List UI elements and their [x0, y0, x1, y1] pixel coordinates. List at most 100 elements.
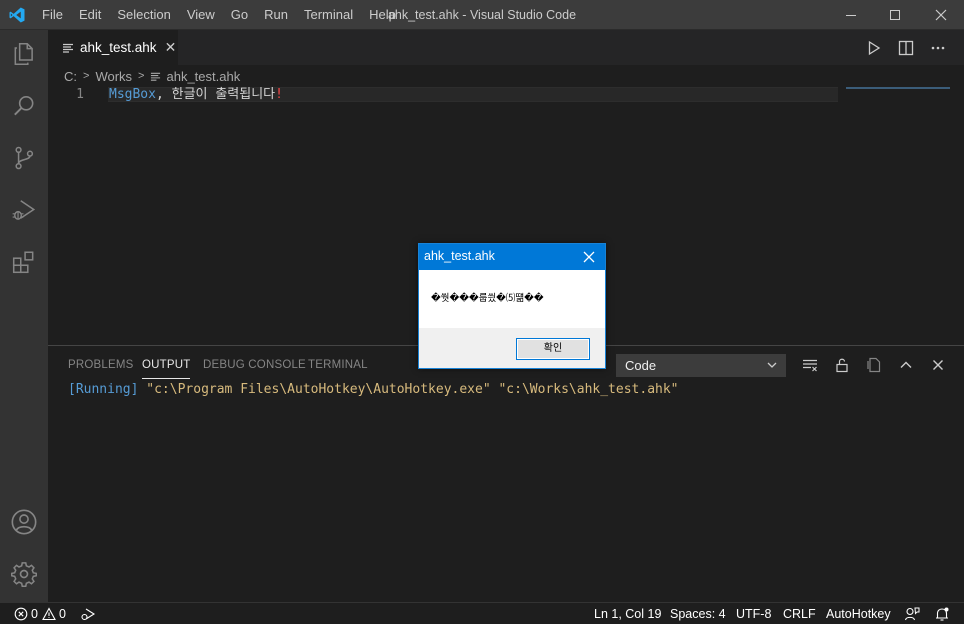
vscode-logo-icon	[9, 7, 25, 23]
minimap[interactable]	[846, 87, 950, 89]
menu-view[interactable]: View	[179, 0, 223, 30]
maximize-button[interactable]	[872, 0, 918, 30]
run-code-button[interactable]	[858, 30, 890, 65]
dialog-close-button[interactable]	[573, 244, 605, 270]
message-box-dialog: ahk_test.ahk �쒓���룹씠�⑸떎�� 확인	[418, 243, 606, 369]
unlock-icon	[836, 358, 848, 373]
eol-status[interactable]: CRLF	[783, 603, 816, 624]
account-icon	[11, 509, 37, 535]
problems-status[interactable]: 0 0	[14, 603, 66, 624]
indentation-status[interactable]: Spaces: 4	[670, 603, 726, 624]
activity-manage[interactable]	[0, 550, 48, 598]
cursor-position[interactable]: Ln 1, Col 19	[594, 603, 661, 624]
menu-terminal[interactable]: Terminal	[296, 0, 361, 30]
file-lines-icon	[151, 72, 161, 81]
scroll-lock-button[interactable]	[829, 354, 855, 376]
tab-ahk-test[interactable]: ahk_test.ahk ✕	[48, 30, 178, 65]
menu-selection[interactable]: Selection	[109, 0, 178, 30]
feedback-icon	[904, 607, 920, 621]
code-line[interactable]: MsgBox, 한글이 출력됩니다!	[109, 87, 283, 102]
chevron-up-icon	[900, 361, 912, 368]
dialog-footer: 확인	[419, 328, 605, 368]
menu-go[interactable]: Go	[223, 0, 256, 30]
line-number: 1	[76, 87, 84, 102]
file-lines-icon	[63, 43, 73, 53]
menu-run[interactable]: Run	[256, 0, 296, 30]
source-control-icon	[15, 146, 34, 170]
clear-all-icon	[803, 359, 817, 372]
close-window-button[interactable]	[918, 0, 964, 30]
output-channel-value: Code	[625, 358, 657, 373]
warning-count: 0	[58, 607, 66, 621]
search-icon	[14, 95, 34, 116]
error-icon	[14, 607, 28, 621]
output-running-tag: [Running]	[68, 382, 139, 397]
chevron-right-icon: >	[83, 70, 90, 82]
open-log-file-button[interactable]	[861, 354, 887, 376]
output-channel-select[interactable]: Code	[616, 354, 786, 377]
title-bar: File Edit Selection View Go Run Terminal…	[0, 0, 964, 30]
editor-tabs-bar: ahk_test.ahk ✕	[48, 30, 964, 65]
chevron-down-icon	[767, 362, 777, 368]
split-editor-icon	[898, 40, 914, 55]
activity-extensions[interactable]	[0, 238, 48, 286]
status-bar: 0 0 Ln 1, Col 19 Spaces: 4 UTF-8 CRLF Au…	[0, 602, 964, 624]
bottom-panel: PROBLEMS OUTPUT DEBUG CONSOLE TERMINAL C…	[48, 345, 964, 602]
maximize-icon	[890, 10, 900, 20]
output-argument: "c:\Works\ahk_test.ahk"	[498, 382, 679, 397]
more-actions-button[interactable]	[922, 30, 954, 65]
activity-run-debug[interactable]	[0, 186, 48, 234]
activity-explorer[interactable]	[0, 30, 48, 78]
ellipsis-icon	[931, 46, 945, 49]
maximize-panel-button[interactable]	[893, 354, 919, 376]
warning-icon	[42, 607, 56, 621]
tab-label: ahk_test.ahk	[80, 40, 157, 55]
menu-bar: File Edit Selection View Go Run Terminal…	[34, 0, 404, 30]
code-error-char: !	[275, 87, 283, 102]
breadcrumb-file[interactable]: ahk_test.ahk	[166, 69, 240, 84]
breadcrumb-folder[interactable]: Works	[95, 69, 132, 84]
dialog-title-bar[interactable]: ahk_test.ahk	[419, 244, 605, 270]
activity-search[interactable]	[0, 82, 48, 130]
clear-output-button[interactable]	[797, 354, 823, 376]
open-file-icon	[867, 357, 881, 373]
code-command: MsgBox	[109, 87, 156, 102]
breadcrumb-root[interactable]: C:	[64, 69, 77, 84]
explorer-icon	[14, 42, 33, 66]
menu-edit[interactable]: Edit	[71, 0, 109, 30]
error-count: 0	[31, 607, 38, 621]
chevron-right-icon: >	[138, 70, 145, 82]
notifications-button[interactable]	[934, 603, 950, 624]
code-text: , 한글이 출력됩니다	[155, 87, 276, 102]
minimize-icon	[846, 15, 856, 16]
close-icon	[935, 9, 947, 21]
dialog-message: �쒓���룹씠�⑸떎��	[431, 293, 544, 304]
feedback-button[interactable]	[904, 603, 920, 624]
tab-output[interactable]: OUTPUT	[142, 346, 191, 381]
activity-accounts[interactable]	[0, 498, 48, 546]
activity-source-control[interactable]	[0, 134, 48, 182]
close-panel-button[interactable]	[925, 354, 951, 376]
minimize-button[interactable]	[828, 0, 874, 30]
live-share-status[interactable]	[80, 603, 96, 624]
close-icon	[933, 360, 943, 370]
close-icon	[583, 251, 595, 263]
ok-button[interactable]: 확인	[516, 338, 590, 360]
split-editor-button[interactable]	[890, 30, 922, 65]
activity-bar	[0, 30, 48, 602]
tab-debug-console[interactable]: DEBUG CONSOLE	[203, 346, 306, 381]
play-icon	[868, 40, 881, 55]
extensions-icon	[12, 251, 34, 274]
run-debug-icon	[81, 608, 96, 621]
tab-problems[interactable]: PROBLEMS	[68, 346, 134, 381]
tab-terminal[interactable]: TERMINAL	[308, 346, 368, 381]
tab-close-icon[interactable]: ✕	[165, 40, 177, 56]
encoding-status[interactable]: UTF-8	[736, 603, 771, 624]
output-text[interactable]: [Running] "c:\Program Files\AutoHotkey\A…	[68, 381, 679, 398]
bell-icon	[936, 607, 949, 621]
language-mode[interactable]: AutoHotkey	[826, 603, 891, 624]
manage-gear-icon	[10, 562, 38, 588]
menu-help[interactable]: Help	[361, 0, 404, 30]
menu-file[interactable]: File	[34, 0, 71, 30]
dialog-title: ahk_test.ahk	[424, 249, 495, 263]
